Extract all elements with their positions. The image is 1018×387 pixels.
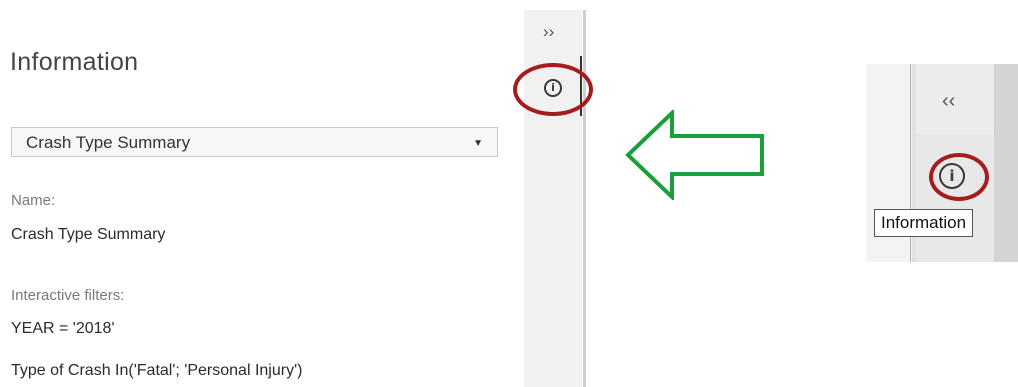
- name-label: Name:: [11, 192, 56, 209]
- report-selector-dropdown[interactable]: Crash Type Summary ▼: [11, 127, 498, 157]
- panel-title: Information: [10, 48, 139, 76]
- inset-right-strip: [994, 64, 1018, 262]
- arrow-left-icon: [625, 110, 764, 200]
- chevron-double-right-icon[interactable]: ››: [543, 22, 554, 42]
- information-tooltip: Information: [874, 209, 974, 237]
- chevron-double-left-icon[interactable]: ‹‹: [942, 90, 955, 113]
- highlight-ring: [513, 63, 593, 116]
- name-value: Crash Type Summary: [11, 226, 166, 243]
- inset-highlight-ring: [929, 153, 989, 201]
- rail-divider[interactable]: [583, 10, 586, 387]
- filter-item: YEAR = '2018': [11, 320, 115, 337]
- filters-label: Interactive filters:: [11, 287, 125, 304]
- chevron-down-icon: ▼: [473, 138, 483, 149]
- filter-item: Type of Crash In('Fatal'; 'Personal Inju…: [11, 362, 303, 379]
- report-selector-value: Crash Type Summary: [26, 133, 191, 152]
